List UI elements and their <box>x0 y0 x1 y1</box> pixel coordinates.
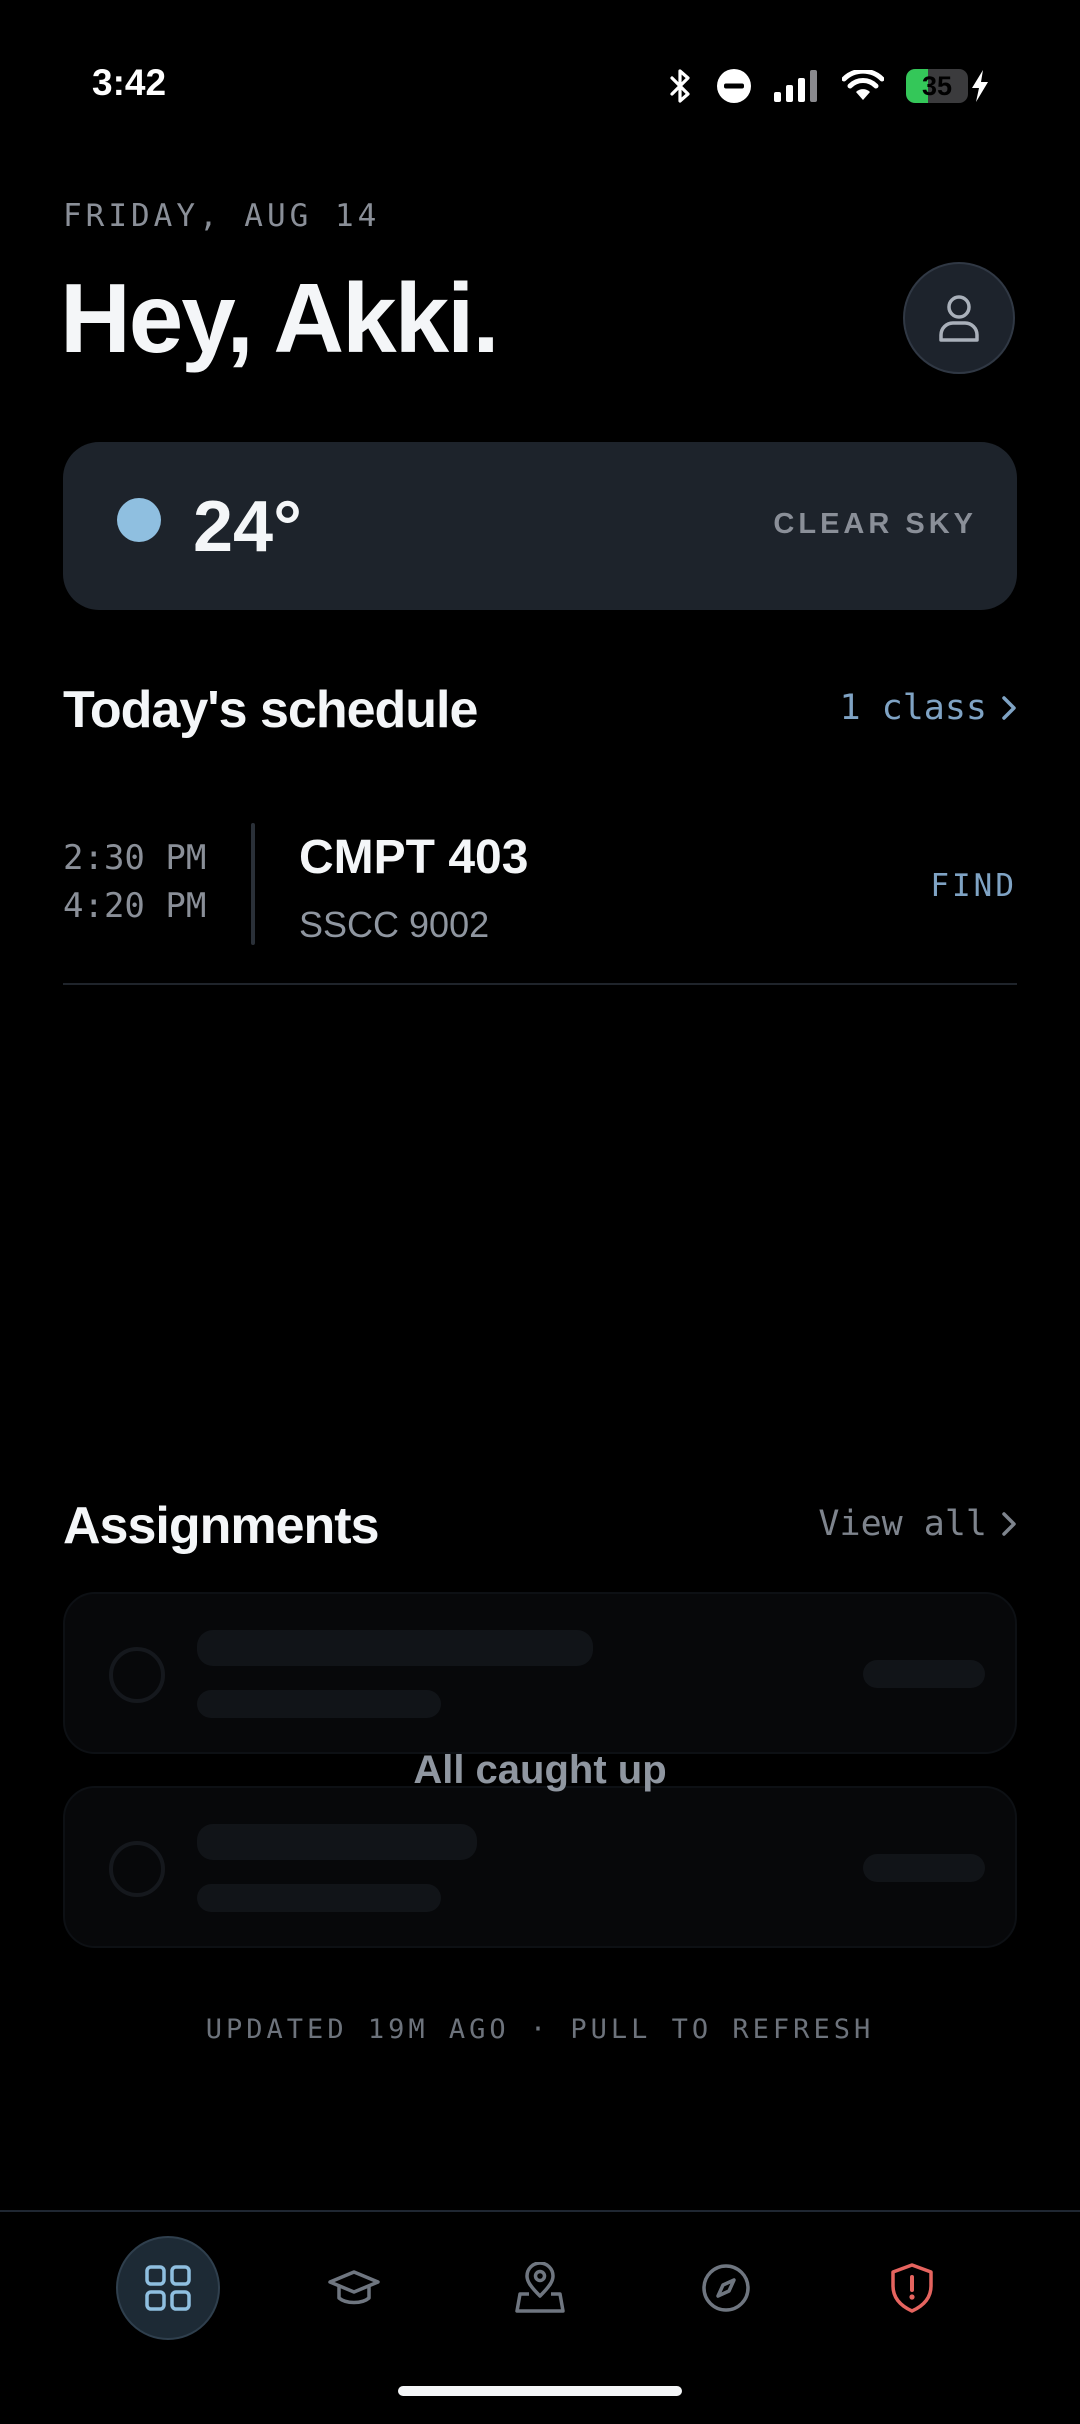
view-all-label: View all <box>818 1504 987 1544</box>
assignment-placeholder-card <box>63 1786 1017 1948</box>
schedule-title: Today's schedule <box>63 681 478 739</box>
graduation-cap-icon <box>328 2270 380 2305</box>
placeholder-tag <box>863 1660 985 1688</box>
find-room-button[interactable]: FIND <box>930 868 1017 904</box>
placeholder-line <box>197 1824 477 1860</box>
user-icon <box>939 295 979 342</box>
placeholder-tag <box>863 1854 985 1882</box>
charging-bolt-icon <box>972 70 988 102</box>
home-indicator[interactable] <box>398 2386 682 2396</box>
bluetooth-icon <box>670 69 690 103</box>
dashboard-screen: 3:42 35 FRIDAY, AUG 14 Hey, Akki. 24° CL… <box>0 0 1080 2424</box>
placeholder-line <box>197 1630 593 1666</box>
cellular-signal-icon <box>774 70 817 102</box>
status-icons: 35 <box>668 64 990 108</box>
weather-condition: CLEAR SKY <box>773 508 977 540</box>
assignment-placeholder-card <box>63 1592 1017 1754</box>
assignments-title: Assignments <box>63 1497 380 1555</box>
battery-level: 35 <box>921 70 953 101</box>
tab-map[interactable] <box>488 2236 592 2340</box>
view-all-assignments-link[interactable]: View all <box>818 1504 1017 1544</box>
date-label: FRIDAY, AUG 14 <box>63 198 381 234</box>
tab-courses[interactable] <box>302 2236 406 2340</box>
schedule-count-label: 1 class <box>839 688 987 728</box>
placeholder-checkbox <box>109 1841 165 1897</box>
class-times: 2:30 PM 4:20 PM <box>63 834 206 930</box>
wifi-icon <box>842 70 884 100</box>
greeting-title: Hey, Akki. <box>60 263 500 373</box>
placeholder-line <box>197 1690 441 1718</box>
profile-button[interactable] <box>903 262 1015 374</box>
class-divider <box>251 823 255 945</box>
grid-dashboard-icon <box>145 2265 191 2311</box>
chevron-right-icon <box>1002 696 1016 720</box>
status-time: 3:42 <box>92 62 167 103</box>
class-end-time: 4:20 PM <box>63 886 207 926</box>
do-not-disturb-icon <box>717 69 751 103</box>
tab-explore[interactable] <box>674 2236 778 2340</box>
placeholder-line <box>197 1884 441 1912</box>
weather-indicator-dot <box>117 498 161 542</box>
class-room: SSCC 9002 <box>299 904 490 945</box>
tab-safety[interactable] <box>860 2236 964 2340</box>
empty-state-message: All caught up <box>413 1748 667 1792</box>
map-pin-icon <box>515 2262 565 2313</box>
chevron-right-icon <box>1002 1512 1016 1536</box>
class-name: CMPT 403 <box>299 831 529 884</box>
weather-card[interactable]: 24° CLEAR SKY <box>63 442 1017 610</box>
class-start-time: 2:30 PM <box>63 838 207 878</box>
weather-temperature: 24° <box>193 487 302 567</box>
compass-icon <box>702 2264 750 2312</box>
schedule-count-link[interactable]: 1 class <box>839 688 1017 728</box>
pull-to-refresh-hint: UPDATED 19M AGO · PULL TO REFRESH <box>205 2014 875 2045</box>
class-row[interactable]: 2:30 PM 4:20 PM CMPT 403 SSCC 9002 FIND <box>63 820 1017 985</box>
placeholder-checkbox <box>109 1647 165 1703</box>
tab-dashboard[interactable] <box>116 2236 220 2340</box>
shield-alert-icon <box>891 2263 933 2313</box>
battery-icon: 35 <box>906 69 990 103</box>
